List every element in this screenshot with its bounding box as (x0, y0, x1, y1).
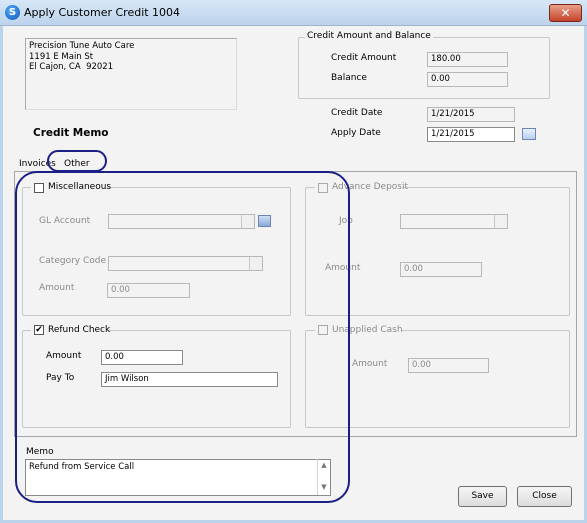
calendar-icon[interactable] (522, 128, 536, 140)
credit-amount-label: Credit Amount (331, 53, 397, 63)
customer-address: Precision Tune Auto Care 1191 E Main St … (25, 38, 237, 110)
close-button[interactable]: Close (517, 486, 572, 507)
page-title: Credit Memo (33, 127, 109, 139)
close-icon: ✕ (560, 6, 571, 20)
apply-date-label: Apply Date (331, 128, 381, 138)
window-title: Apply Customer Credit 1004 (24, 6, 181, 19)
job-dropdown-icon (494, 215, 507, 228)
advance-amount-field: 0.00 (400, 262, 482, 277)
unapplied-amount-field: 0.00 (408, 358, 489, 373)
close-window-button[interactable]: ✕ (549, 4, 582, 22)
credit-amount-field: 180.00 (427, 52, 508, 67)
save-button[interactable]: Save (458, 486, 507, 507)
balance-field: 0.00 (427, 72, 508, 87)
credit-amount-group-label: Credit Amount and Balance (305, 31, 433, 41)
content-highlight-annotation (15, 171, 350, 503)
apply-date-field[interactable]: 1/21/2015 (427, 127, 515, 142)
unapplied-amount-label: Amount (352, 359, 388, 369)
balance-label: Balance (331, 73, 367, 83)
credit-date-label: Credit Date (331, 108, 383, 118)
app-icon: S (5, 5, 20, 20)
tab-highlight-annotation (47, 150, 107, 172)
job-field (400, 214, 508, 229)
credit-date-field: 1/21/2015 (427, 107, 515, 122)
credit-amount-group (298, 37, 550, 99)
